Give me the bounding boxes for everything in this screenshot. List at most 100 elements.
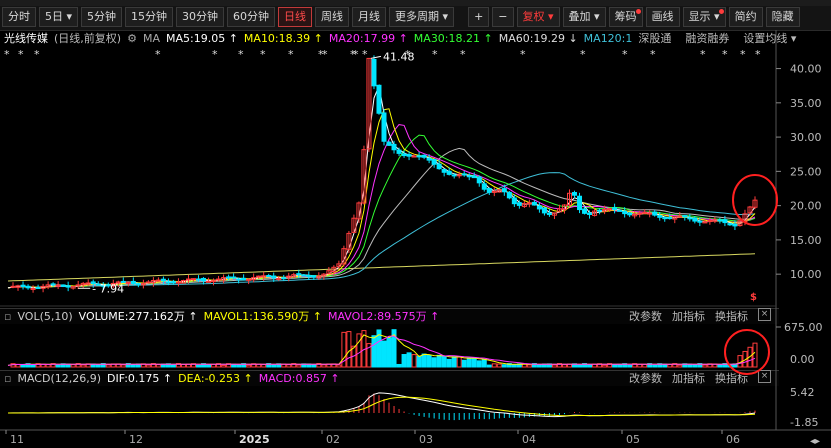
candle-body bbox=[667, 217, 673, 220]
ma20-line bbox=[7, 124, 756, 289]
candle-body bbox=[506, 191, 512, 199]
volume-bar bbox=[446, 358, 452, 368]
vol-tick-label: 675.00 bbox=[784, 321, 823, 334]
candle-body bbox=[451, 174, 457, 177]
candle-body bbox=[531, 201, 537, 206]
candle-body bbox=[236, 278, 242, 281]
volume-bar bbox=[627, 364, 633, 368]
candle-body bbox=[155, 279, 161, 282]
candle-body bbox=[692, 217, 698, 222]
candle-body bbox=[577, 195, 583, 211]
volume-bar bbox=[401, 354, 407, 368]
candle-body bbox=[165, 281, 171, 284]
volume-bar bbox=[491, 363, 497, 368]
candle-body bbox=[697, 220, 703, 223]
macd-tick-label: 5.42 bbox=[790, 386, 815, 399]
volume-bar bbox=[481, 359, 487, 368]
volume-bar bbox=[426, 354, 432, 368]
volume-bar bbox=[602, 364, 608, 368]
event-marker-icon: * bbox=[288, 48, 294, 61]
event-marker-icon: * bbox=[322, 48, 328, 61]
volume-bar bbox=[346, 331, 352, 368]
candle-body bbox=[727, 223, 733, 226]
candle-body bbox=[256, 275, 262, 278]
x-tick-label: 06 bbox=[726, 433, 740, 446]
volume-bar bbox=[261, 364, 267, 368]
event-marker-icon: * bbox=[238, 48, 244, 61]
candle-body bbox=[466, 175, 472, 178]
volume-bar bbox=[286, 364, 292, 368]
candle-body bbox=[662, 217, 668, 220]
candle-body bbox=[125, 281, 131, 284]
volume-bar bbox=[652, 364, 658, 368]
volume-bar bbox=[145, 364, 151, 368]
candle-body bbox=[25, 285, 31, 289]
candle-body bbox=[717, 219, 723, 222]
volume-bar bbox=[416, 355, 422, 368]
volume-bar bbox=[356, 333, 362, 368]
volume-bar bbox=[336, 364, 342, 368]
candle-body bbox=[201, 277, 207, 282]
candle-body bbox=[481, 183, 487, 190]
low-price-label: - 7.94 bbox=[92, 282, 124, 295]
x-tick-label: 2025 bbox=[239, 433, 270, 446]
high-pointer bbox=[370, 55, 382, 59]
volume-bar bbox=[486, 364, 492, 368]
volume-bar bbox=[70, 364, 76, 368]
volume-bar bbox=[436, 354, 442, 368]
candle-body bbox=[35, 287, 41, 290]
candle-body bbox=[185, 278, 191, 281]
volume-bar bbox=[441, 355, 447, 368]
volume-bar bbox=[30, 364, 36, 368]
candle-body bbox=[456, 174, 462, 177]
candle-body bbox=[386, 141, 392, 146]
candle-body bbox=[160, 278, 166, 282]
event-marker-icon: * bbox=[34, 48, 40, 61]
volume-bar bbox=[471, 357, 477, 368]
vol-tick-label: 0.00 bbox=[790, 353, 815, 366]
candle-body bbox=[486, 187, 492, 193]
candle-body bbox=[526, 202, 532, 205]
candle-body bbox=[582, 208, 588, 214]
volume-bar bbox=[451, 356, 457, 368]
volume-bar bbox=[692, 364, 698, 368]
event-marker-icon: * bbox=[650, 48, 656, 61]
candle-body bbox=[216, 278, 222, 281]
candle-body bbox=[436, 163, 442, 170]
y-tick-label: 10.00 bbox=[790, 268, 822, 281]
event-marker-icon: * bbox=[260, 48, 266, 61]
candle-body bbox=[170, 281, 176, 284]
candle-body bbox=[642, 211, 648, 214]
volume-bar bbox=[130, 364, 136, 368]
volume-bar bbox=[236, 363, 242, 368]
candle-body bbox=[30, 288, 36, 291]
x-tick-label: 12 bbox=[129, 433, 143, 446]
candle-body bbox=[516, 202, 522, 206]
candlestick-chart[interactable]: 40.00 35.00 30.00 25.00 20.00 15.00 10.00 * * * * *… bbox=[0, 0, 831, 448]
candle-body bbox=[637, 212, 643, 215]
y-tick-label: 15.00 bbox=[790, 234, 822, 247]
event-marker-icon: * bbox=[18, 48, 24, 61]
event-marker-icon: * bbox=[580, 48, 586, 61]
volume-bar bbox=[411, 354, 417, 368]
volume-bar bbox=[461, 359, 467, 368]
volume-bar bbox=[677, 364, 683, 368]
volume-bar bbox=[511, 364, 517, 368]
candle-body bbox=[135, 283, 141, 286]
volume-bar bbox=[311, 364, 317, 368]
volume-bar bbox=[381, 340, 387, 368]
candle-body bbox=[75, 284, 81, 287]
candle-body bbox=[647, 212, 653, 215]
volume-bar bbox=[717, 364, 723, 368]
candle-body bbox=[511, 197, 517, 205]
candle-body bbox=[371, 58, 377, 87]
candle-body bbox=[391, 143, 397, 151]
candle-body bbox=[55, 284, 61, 287]
candle-body bbox=[296, 273, 302, 276]
volume-bar bbox=[587, 364, 593, 368]
event-marker-icon: * bbox=[722, 48, 728, 61]
volume-bar bbox=[95, 364, 101, 368]
candle-body bbox=[657, 215, 663, 218]
candle-body bbox=[652, 211, 658, 216]
x-axis-scroll-icon: ◂▸ bbox=[810, 436, 820, 447]
